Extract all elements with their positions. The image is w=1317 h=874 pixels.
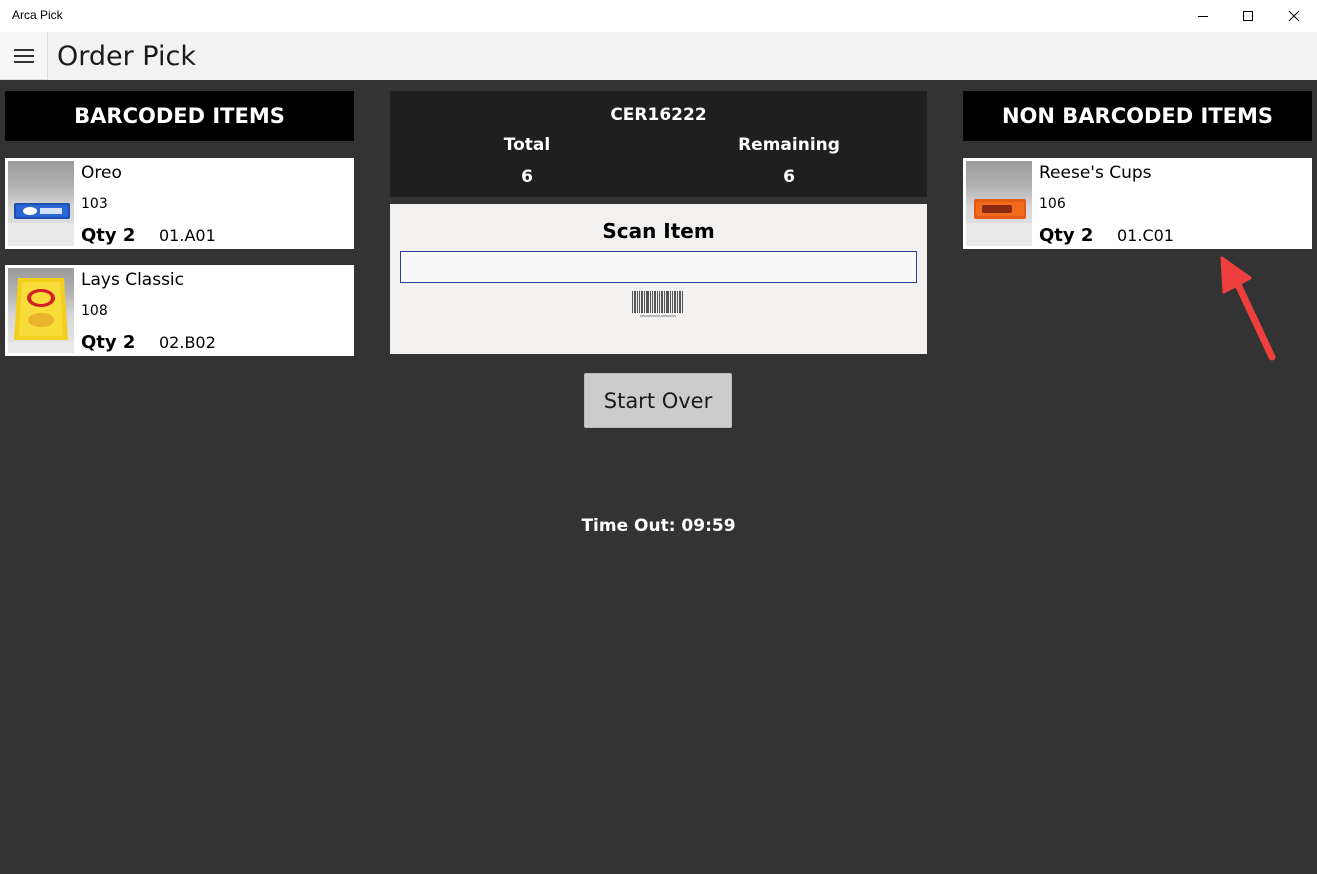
start-over-button[interactable]: Start Over: [584, 373, 732, 428]
scan-title: Scan Item: [602, 219, 715, 243]
close-icon: [1288, 10, 1300, 22]
non-barcoded-item-card-reeses[interactable]: Reese's Cups 106 Qty 2 01.C01: [963, 158, 1312, 249]
barcode-icon: [632, 291, 683, 317]
item-location: 01.A01: [159, 226, 216, 245]
oreo-package-image: [8, 161, 74, 246]
total-label: Total: [503, 135, 551, 155]
timeout-text: Time Out: 09:59: [581, 516, 736, 536]
item-code: 108: [81, 303, 108, 319]
total-value: 6: [521, 167, 533, 187]
page-title: Order Pick: [57, 41, 196, 72]
maximize-icon: [1243, 11, 1253, 21]
hamburger-menu-button[interactable]: [0, 32, 48, 80]
item-code: 103: [81, 196, 108, 212]
item-name: Reese's Cups: [1039, 163, 1152, 183]
app-title: Arca Pick: [12, 8, 63, 22]
reeses-package-image: [966, 161, 1032, 246]
scan-item-input[interactable]: [400, 251, 917, 283]
barcoded-item-card-lays[interactable]: Lays Classic 108 Qty 2 02.B02: [5, 265, 354, 356]
item-qty: Qty 2: [1039, 225, 1094, 246]
minimize-button[interactable]: [1180, 0, 1226, 32]
app-header: Order Pick: [0, 32, 1317, 80]
item-name: Oreo: [81, 163, 122, 183]
order-id: CER16222: [610, 105, 707, 125]
scan-panel: Scan Item: [390, 204, 927, 354]
order-summary: CER16222 Total 6 Remaining 6: [390, 91, 927, 197]
remaining-value: 6: [783, 167, 795, 187]
lays-bag-image: [8, 268, 74, 353]
maximize-button[interactable]: [1225, 0, 1271, 32]
item-name: Lays Classic: [81, 270, 185, 290]
barcoded-item-card-oreo[interactable]: Oreo 103 Qty 2 01.A01: [5, 158, 354, 249]
item-code: 106: [1039, 196, 1066, 212]
remaining-label: Remaining: [738, 135, 840, 155]
window-title-bar: Arca Pick: [0, 0, 1317, 32]
hamburger-menu-icon: [13, 48, 34, 51]
close-button[interactable]: [1271, 0, 1317, 32]
annotation-arrow-icon: [1220, 256, 1276, 361]
item-qty: Qty 2: [81, 332, 136, 353]
item-location: 02.B02: [159, 333, 216, 352]
minimize-icon: [1198, 16, 1208, 17]
barcoded-items-header: BARCODED ITEMS: [5, 91, 354, 141]
item-qty: Qty 2: [81, 225, 136, 246]
item-location: 01.C01: [1117, 226, 1174, 245]
non-barcoded-items-header: NON BARCODED ITEMS: [963, 91, 1312, 141]
